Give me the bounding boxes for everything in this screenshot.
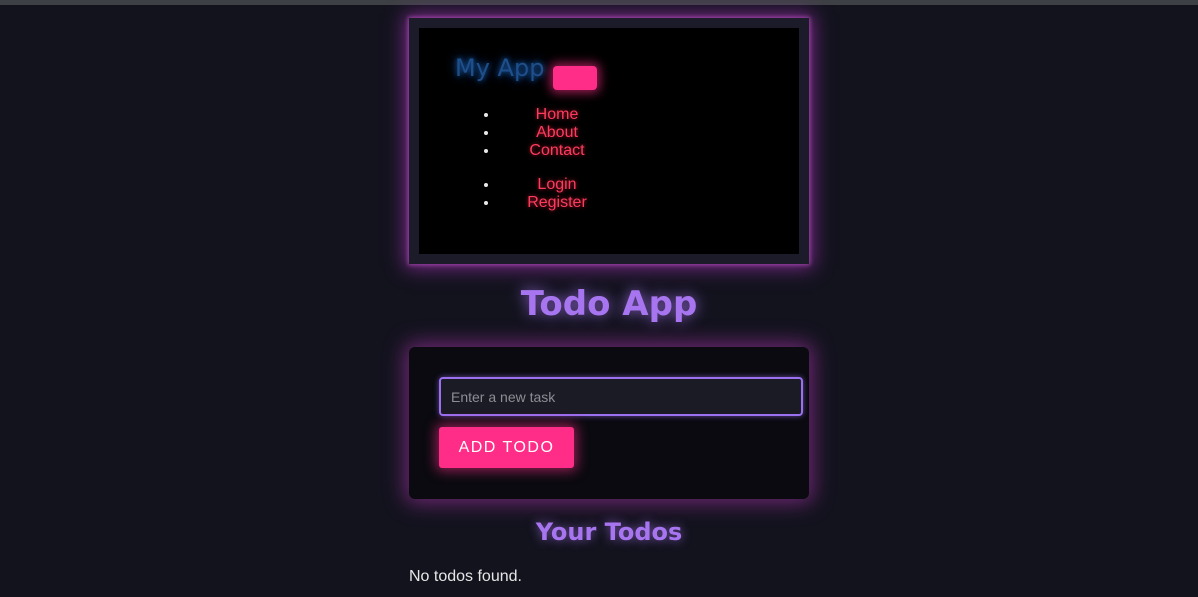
- empty-todos-message: No todos found.: [409, 568, 522, 585]
- nav-link-about[interactable]: About: [499, 124, 607, 142]
- page-title: Todo App: [520, 284, 698, 324]
- nav-primary-list: Home About Contact: [419, 106, 719, 160]
- nav-link-login[interactable]: Login: [499, 176, 607, 194]
- add-todo-button[interactable]: ADD TODO: [439, 427, 574, 468]
- nav-item-home: Home: [499, 106, 719, 124]
- nav-link-register[interactable]: Register: [499, 194, 607, 212]
- todos-heading: Your Todos: [535, 518, 683, 546]
- browser-top-strip: [0, 0, 1198, 5]
- nav-item-login: Login: [499, 176, 719, 194]
- nav-link-contact[interactable]: Contact: [499, 142, 607, 160]
- task-input[interactable]: [439, 377, 803, 416]
- brand-logo[interactable]: My App: [455, 54, 544, 82]
- add-todo-form: ADD TODO: [409, 347, 809, 499]
- nav-link-home[interactable]: Home: [499, 106, 607, 124]
- nav-item-contact: Contact: [499, 142, 719, 160]
- navbar-inner: My App Home About Contact Login Register: [419, 28, 799, 254]
- nav-item-about: About: [499, 124, 719, 142]
- navbar: My App Home About Contact Login Register: [409, 18, 809, 264]
- nav-item-register: Register: [499, 194, 719, 212]
- nav-auth-list: Login Register: [419, 176, 719, 212]
- navbar-toggle-button[interactable]: [553, 66, 597, 90]
